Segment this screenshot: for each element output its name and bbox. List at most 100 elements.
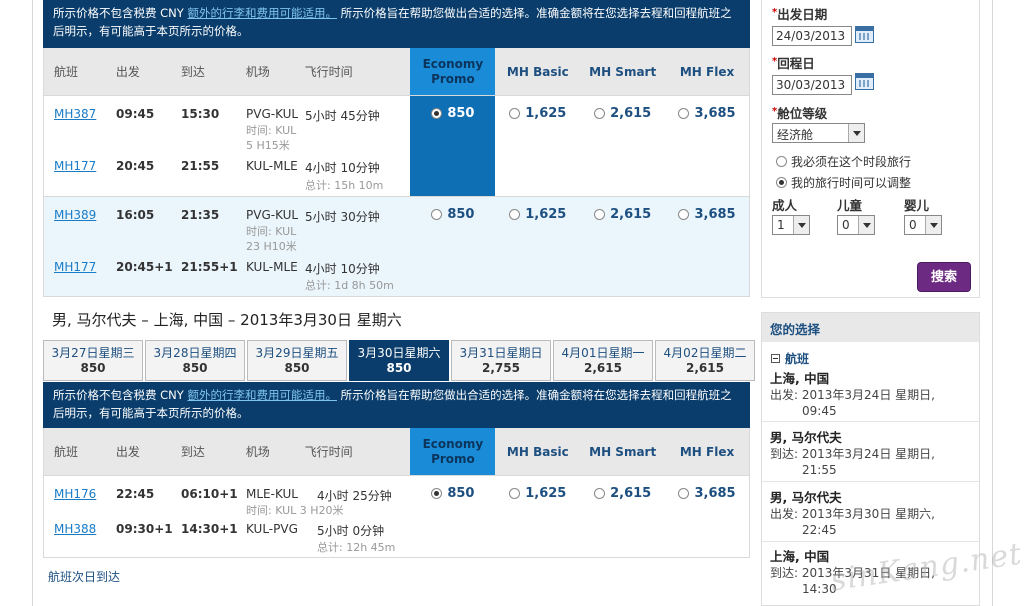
flight-legs: MH389 16:05 21:35 PVG-KUL 5小时 30分钟 时间: K…: [44, 197, 410, 296]
radio-button[interactable]: [776, 156, 787, 167]
flight-number-link[interactable]: MH387: [54, 107, 96, 121]
radio-button[interactable]: [431, 209, 443, 220]
arrive-time: 15:30: [181, 107, 220, 121]
price-notice: 所示价格不包含税费 CNY 额外的行李和费用可能适用。 所示价格旨在帮助您做出合…: [43, 0, 750, 48]
selection-detail: 出发: 2013年3月30日 星期六, 22:45: [770, 507, 935, 537]
route: MLE-KUL: [246, 487, 298, 501]
calendar-icon[interactable]: [855, 26, 874, 43]
date-tab-price: 2,755: [482, 361, 520, 375]
cabin-class-select[interactable]: 经济舱: [772, 123, 865, 143]
cabin-class-label: *舱位等级: [772, 106, 828, 121]
divider: [762, 421, 979, 422]
flight-number-link[interactable]: MH176: [54, 487, 96, 501]
col-flight: 航班: [54, 65, 79, 79]
radio-selected[interactable]: [776, 177, 787, 188]
return-date-input[interactable]: 30/03/2013: [772, 75, 852, 95]
flight-number-link[interactable]: MH389: [54, 208, 96, 222]
duration: 4小时 25分钟: [317, 489, 392, 503]
adults-select[interactable]: 1: [772, 215, 810, 235]
table-header: 航班 出发 到达 机场 飞行时间 Economy Promo MH Basic …: [44, 48, 749, 95]
flexible-dates-option[interactable]: 我的旅行时间可以调整: [776, 174, 911, 191]
col-mh-basic[interactable]: MH Basic: [495, 48, 580, 95]
radio-selected[interactable]: [431, 488, 443, 499]
radio-selected[interactable]: [431, 108, 443, 119]
date-tab[interactable]: 4月01日星期一 2,615: [553, 340, 653, 381]
date-tab[interactable]: 4月02日星期二 2,615: [655, 340, 755, 381]
fare-option-smart[interactable]: 2,615: [580, 476, 665, 557]
radio-button[interactable]: [509, 209, 521, 220]
date-tab-active[interactable]: 3月30日星期六 850: [349, 340, 449, 381]
collapse-icon[interactable]: [771, 354, 780, 363]
radio-button[interactable]: [509, 108, 521, 119]
flight-number-link[interactable]: MH388: [54, 522, 96, 536]
col-duration: 飞行时间: [304, 65, 353, 79]
fare-option-flex[interactable]: 3,685: [665, 96, 749, 196]
col-depart: 出发: [115, 65, 140, 79]
flight-number-link[interactable]: MH177: [54, 159, 96, 173]
selection-title: 您的选择: [762, 313, 979, 342]
date-tab[interactable]: 3月28日星期四 850: [145, 340, 245, 381]
flights-section-toggle[interactable]: 航班: [771, 350, 809, 367]
col-mh-flex[interactable]: MH Flex: [665, 428, 749, 475]
flight-legs: MH387 09:45 15:30 PVG-KUL 5小时 45分钟 时间: K…: [44, 96, 410, 196]
fare-price: 850: [447, 207, 475, 222]
col-mh-smart[interactable]: MH Smart: [580, 48, 665, 95]
fare-option-flex[interactable]: 3,685: [665, 197, 749, 296]
fare-price: 1,625: [525, 486, 567, 501]
depart-time: 20:45+1: [116, 260, 173, 274]
fare-option-promo[interactable]: 850: [410, 476, 495, 557]
duration: 4小时 10分钟: [305, 262, 380, 276]
selection-city: 男, 马尔代夫: [770, 490, 842, 505]
arrive-time: 06:10+1: [181, 487, 238, 501]
fare-option-basic[interactable]: 1,625: [495, 197, 580, 296]
extra-fees-link[interactable]: 额外的行李和费用可能适用。: [187, 6, 337, 20]
date-tab-price: 850: [284, 361, 310, 375]
col-mh-basic[interactable]: MH Basic: [495, 428, 580, 475]
fare-option-promo[interactable]: 850: [410, 96, 496, 196]
selection-city: 上海, 中国: [770, 371, 830, 386]
fare-option-flex[interactable]: 3,685: [665, 476, 749, 557]
fare-price: 2,615: [610, 106, 652, 121]
calendar-icon[interactable]: [855, 73, 874, 90]
date-tab[interactable]: 3月29日星期五 850: [247, 340, 347, 381]
radio-button[interactable]: [678, 209, 690, 220]
radio-button[interactable]: [678, 108, 690, 119]
fare-option-smart[interactable]: 2,615: [580, 96, 665, 196]
selection-item: 男, 马尔代夫 出发: 2013年3月30日 星期六, 22:45: [770, 487, 970, 538]
search-button[interactable]: 搜索: [917, 262, 971, 292]
fare-option-basic[interactable]: 1,625: [495, 476, 580, 557]
radio-button[interactable]: [678, 488, 690, 499]
depart-time: 09:45: [116, 107, 155, 121]
radio-button[interactable]: [594, 209, 606, 220]
extra-fees-link[interactable]: 额外的行李和费用可能适用。: [187, 388, 337, 402]
depart-date-input[interactable]: 24/03/2013: [772, 26, 852, 46]
radio-button[interactable]: [509, 488, 521, 499]
arrive-time: 21:35: [181, 208, 220, 222]
col-mh-smart[interactable]: MH Smart: [580, 428, 665, 475]
date-tab-price: 850: [386, 361, 412, 375]
fare-option-promo[interactable]: 850: [410, 197, 495, 296]
duration: 5小时 45分钟: [305, 109, 380, 123]
col-airport: 机场: [245, 445, 270, 459]
radio-button[interactable]: [594, 488, 606, 499]
fare-option-smart[interactable]: 2,615: [580, 197, 665, 296]
infants-select[interactable]: 0: [904, 215, 942, 235]
radio-button[interactable]: [594, 108, 606, 119]
col-mh-flex[interactable]: MH Flex: [665, 48, 749, 95]
flight-number-link[interactable]: MH177: [54, 260, 96, 274]
flight-legs: MH176 22:45 06:10+1 MLE-KUL 4小时 25分钟 时间:…: [44, 476, 410, 557]
fare-price: 3,685: [694, 486, 736, 501]
fixed-dates-option[interactable]: 我必须在这个时段旅行: [776, 153, 911, 170]
children-select[interactable]: 0: [837, 215, 875, 235]
return-route-title: 男, 马尔代夫 – 上海, 中国 – 2013年3月30日 星期六: [52, 311, 402, 329]
date-tab[interactable]: 3月27日星期三 850: [43, 340, 143, 381]
chevron-down-icon: [858, 216, 874, 234]
date-tab-price: 2,615: [686, 361, 724, 375]
fare-option-basic[interactable]: 1,625: [495, 96, 580, 196]
page-edge-left: [32, 0, 33, 606]
date-tab[interactable]: 3月31日星期日 2,755: [451, 340, 551, 381]
col-economy-promo[interactable]: Economy Promo: [410, 48, 496, 95]
inbound-table: 航班 出发 到达 机场 飞行时间 Economy Promo MH Basic …: [43, 428, 750, 558]
col-depart: 出发: [115, 445, 140, 459]
col-economy-promo[interactable]: Economy Promo: [410, 428, 496, 475]
